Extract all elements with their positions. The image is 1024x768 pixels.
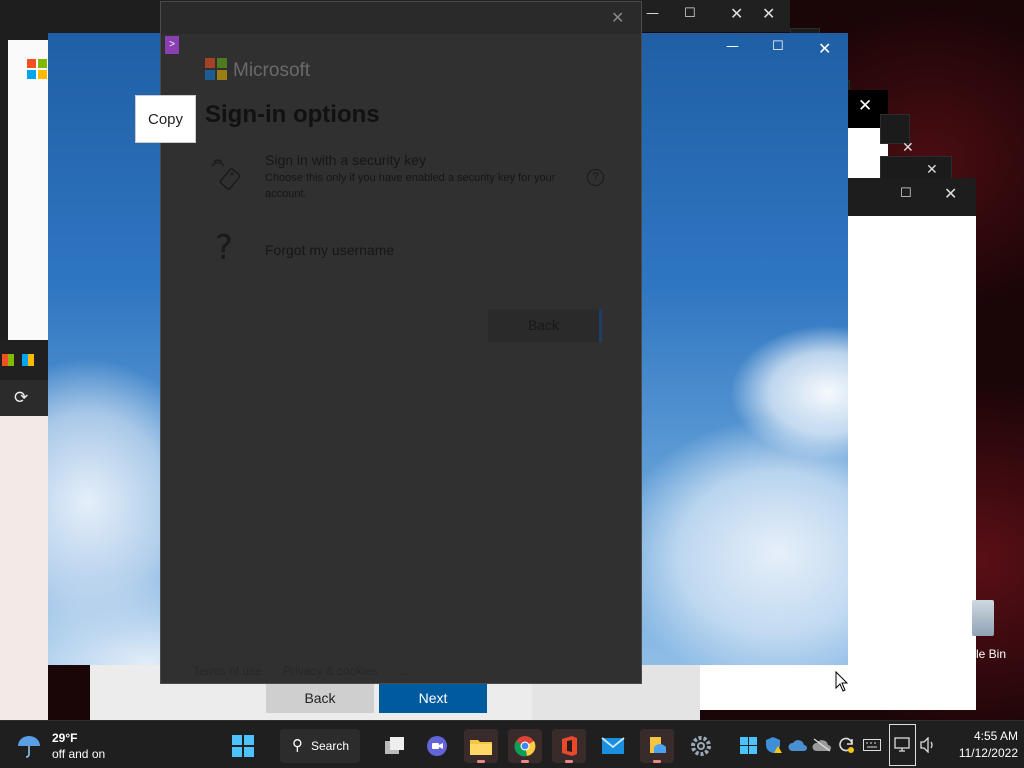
close-icon[interactable]: ✕ [730, 4, 743, 23]
microsoft-logo-icon [205, 58, 227, 80]
microsoft-logo-icon [27, 59, 47, 79]
start-tray-icon[interactable] [738, 735, 758, 755]
keyboard-icon[interactable] [862, 735, 882, 755]
forgot-username-option-title: Forgot my username [265, 242, 395, 258]
sync-icon[interactable] [836, 735, 856, 755]
task-view-icon [385, 737, 404, 754]
minimize-icon[interactable]: — [646, 6, 659, 21]
teams-chat-button[interactable] [420, 729, 454, 763]
maximize-icon[interactable]: ☐ [900, 186, 912, 201]
clock-date: 11/12/2022 [958, 746, 1018, 760]
umbrella-rain-icon [18, 736, 40, 758]
recycle-bin-icon[interactable] [972, 600, 994, 636]
files-app-button[interactable] [640, 729, 674, 763]
security-key-option[interactable]: Sign in with a security key Choose this … [201, 146, 611, 204]
files-app-icon [650, 737, 666, 753]
mouse-pointer-icon [835, 671, 849, 692]
security-key-icon [211, 159, 241, 190]
office-icon [562, 736, 577, 756]
maximize-icon[interactable]: ☐ [772, 39, 784, 54]
close-icon[interactable]: ✕ [818, 39, 831, 58]
copy-button[interactable]: Copy [135, 95, 196, 143]
question-mark-icon: ? [215, 228, 234, 268]
taskbar: 29°F off and on ⚲ Search 4:55 AM 11/12/2… [0, 720, 1024, 768]
settings-button[interactable] [684, 729, 718, 763]
weather-description: off and on [52, 747, 106, 761]
start-button[interactable] [226, 729, 260, 763]
mail-button[interactable] [596, 729, 630, 763]
network-icon [894, 737, 910, 752]
terminal-app-icon: > [165, 36, 179, 54]
file-explorer-button[interactable] [464, 729, 498, 763]
chrome-icon [514, 736, 536, 757]
wizard-next-button[interactable]: Next [379, 684, 487, 713]
running-indicator [653, 760, 661, 763]
close-icon[interactable]: ✕ [902, 140, 914, 156]
onedrive-icon[interactable] [788, 735, 808, 755]
search-button[interactable]: ⚲ Search [280, 729, 360, 763]
running-indicator [565, 760, 573, 763]
ms-tab-icon-2[interactable] [22, 354, 34, 366]
more-options-link[interactable]: ... [399, 664, 409, 678]
wizard-back-button[interactable]: Back [266, 684, 374, 713]
forgot-username-option[interactable]: ? Forgot my username [201, 228, 611, 272]
maximize-icon[interactable]: ☐ [684, 6, 696, 21]
terms-of-use-link[interactable]: Terms of use [193, 664, 262, 678]
refresh-icon[interactable]: ⟳ [14, 388, 28, 408]
close-icon[interactable]: ✕ [926, 162, 938, 178]
running-indicator [521, 760, 529, 763]
privacy-cookies-link[interactable]: Privacy & cookies [283, 664, 378, 678]
ms-tab-icon[interactable] [2, 354, 14, 366]
weather-widget[interactable]: 29°F off and on [16, 729, 116, 763]
security-key-option-description: Choose this only if you have enabled a s… [265, 172, 556, 200]
teams-chat-icon [427, 736, 447, 756]
security-warning-icon[interactable] [764, 735, 784, 755]
dialog-titlebar: > ✕ [161, 2, 641, 54]
weather-temperature: 29°F [52, 731, 78, 745]
chrome-button[interactable] [508, 729, 542, 763]
back-button[interactable]: Back [488, 309, 602, 342]
dialog-footer: Terms of use Privacy & cookies ... [193, 664, 427, 678]
office-button[interactable] [552, 729, 586, 763]
network-tray-button[interactable] [889, 724, 916, 766]
search-label: Search [311, 739, 350, 753]
close-icon-secondary[interactable]: ✕ [762, 4, 775, 23]
security-key-option-title: Sign in with a security key [265, 152, 427, 168]
clock-time: 4:55 AM [973, 729, 1018, 743]
windows-logo-icon [232, 735, 254, 757]
minimize-icon[interactable]: — [726, 39, 739, 54]
dialog-close-icon[interactable]: ✕ [611, 8, 624, 27]
clock[interactable]: 4:55 AM 11/12/2022 [944, 727, 1018, 763]
recycle-bin-label[interactable]: le Bin [976, 647, 1006, 661]
folder-icon [470, 740, 492, 755]
running-indicator [477, 760, 485, 763]
sign-in-options-dialog[interactable]: > ✕ Microsoft Sign-in options Sign in wi… [160, 1, 642, 684]
left-browser-fragment[interactable]: ⟳ [0, 340, 48, 720]
close-icon[interactable]: ✕ [944, 184, 957, 203]
help-icon[interactable]: ? [587, 169, 604, 186]
brand-name: Microsoft [233, 60, 311, 81]
task-view-button[interactable] [378, 729, 412, 763]
search-icon: ⚲ [292, 737, 303, 754]
onedrive-offline-icon[interactable] [812, 735, 832, 755]
mail-icon [601, 737, 625, 754]
close-icon[interactable]: ✕ [858, 96, 872, 116]
page-title: Sign-in options [205, 101, 380, 128]
gear-icon [691, 736, 711, 756]
volume-icon[interactable] [918, 735, 938, 755]
